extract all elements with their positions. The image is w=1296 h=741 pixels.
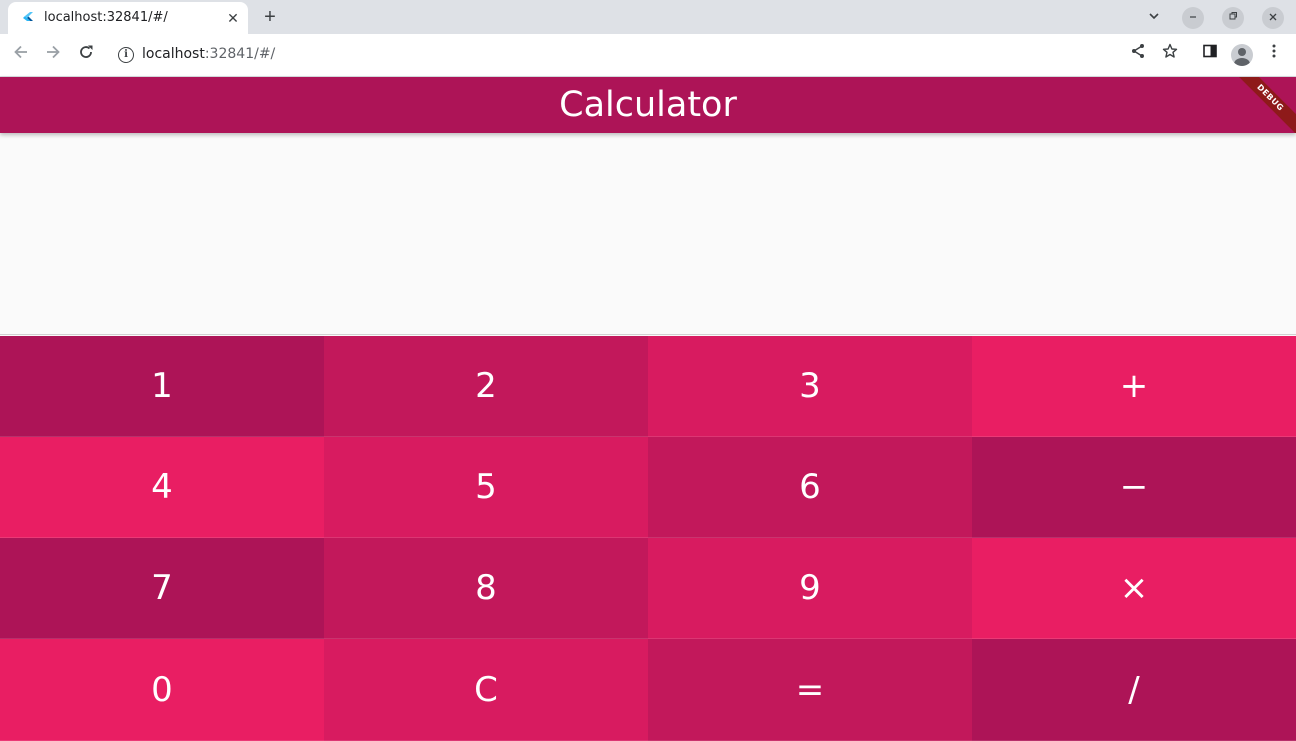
share-icon[interactable] [1126,43,1150,67]
browser-tab-strip: localhost:32841/#/ ✕ + [0,0,1296,34]
key-1[interactable]: 1 [0,336,324,437]
key-9[interactable]: 9 [648,538,972,639]
app-bar: Calculator DEBUG [0,77,1296,133]
key-2[interactable]: 2 [324,336,648,437]
key-multiply[interactable]: × [972,538,1296,639]
key-8[interactable]: 8 [324,538,648,639]
side-panel-icon[interactable] [1198,43,1222,67]
forward-arrow-icon[interactable] [41,43,65,67]
key-equals[interactable]: = [648,639,972,741]
tab-search-icon[interactable] [1143,7,1165,29]
flutter-favicon-icon [23,12,33,21]
avatar [1231,44,1253,66]
key-7[interactable]: 7 [0,538,324,639]
url-text: localhost:32841/#/ [142,46,275,62]
back-arrow-icon[interactable] [9,43,33,67]
url-host: localhost [142,46,205,62]
profile-avatar-icon[interactable] [1230,43,1254,67]
new-tab-button[interactable]: + [258,6,282,30]
calculator-display [0,133,1296,335]
page-title: Calculator [559,85,737,125]
site-info-icon[interactable]: i [118,47,134,63]
keypad: 1 2 3 + 4 5 6 − 7 8 9 × 0 C = / [0,336,1296,741]
key-4[interactable]: 4 [0,437,324,538]
address-bar[interactable]: i localhost:32841/#/ [108,39,1188,71]
kebab-menu-icon[interactable] [1262,43,1286,67]
browser-tab[interactable]: localhost:32841/#/ ✕ [8,2,248,34]
key-5[interactable]: 5 [324,437,648,538]
key-divide[interactable]: / [972,639,1296,741]
browser-toolbar: i localhost:32841/#/ [0,34,1296,77]
tab-title: localhost:32841/#/ [44,10,168,25]
restore-icon[interactable] [1222,7,1244,29]
close-window-icon[interactable] [1262,7,1284,29]
bookmark-star-icon[interactable] [1158,43,1182,67]
key-6[interactable]: 6 [648,437,972,538]
key-clear[interactable]: C [324,639,648,741]
tab-close-icon[interactable]: ✕ [224,9,242,27]
reload-icon[interactable] [74,43,98,67]
minimize-icon[interactable] [1182,7,1204,29]
key-minus[interactable]: − [972,437,1296,538]
key-3[interactable]: 3 [648,336,972,437]
url-path: :32841/#/ [204,46,276,62]
key-plus[interactable]: + [972,336,1296,437]
key-0[interactable]: 0 [0,639,324,741]
